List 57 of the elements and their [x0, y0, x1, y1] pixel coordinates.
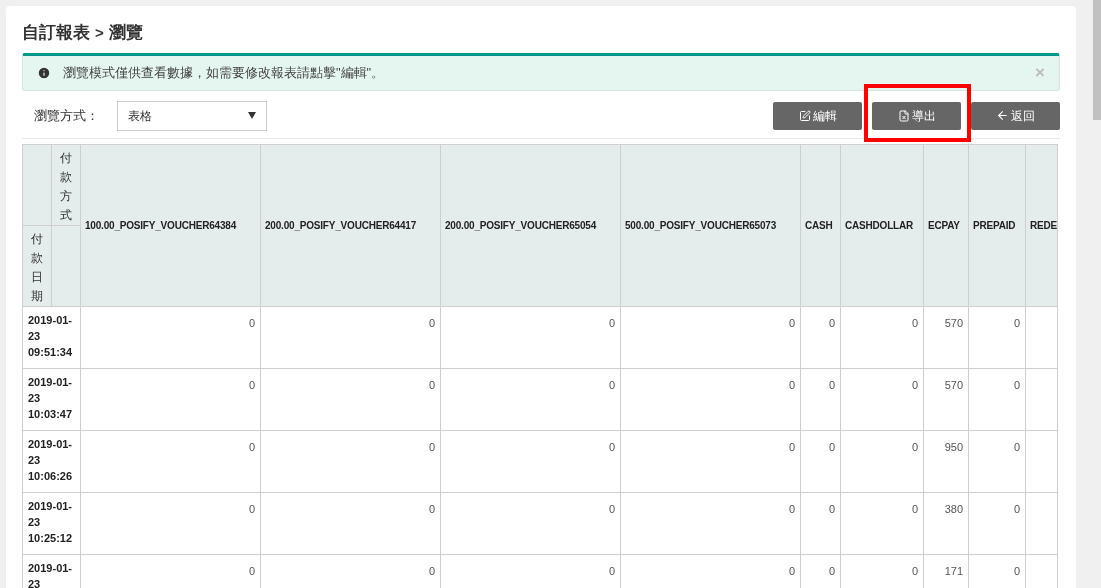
value-cell: 0 [968, 368, 1026, 431]
value-cell: 0 [440, 430, 621, 493]
alert-message: 瀏覽模式僅供查看數據，如需要修改報表請點擊"編輯"。 [63, 64, 386, 83]
corner-column-header: 付款方式 [51, 144, 81, 226]
page-title: 瀏覽 [108, 22, 143, 45]
value-cell: 0 [620, 368, 801, 431]
value-cell: 570 [923, 368, 969, 431]
column-header: 500.00_POSIFY_VOUCHER65073 [620, 144, 801, 307]
breadcrumb-separator: > [95, 22, 104, 43]
column-header: CASHDOLLAR [840, 144, 924, 307]
value-cell: 0 [840, 368, 924, 431]
value-cell: 0 [440, 306, 621, 369]
value-cell: 0 [260, 430, 441, 493]
value-cell: 0 [440, 368, 621, 431]
value-cell: 380 [923, 492, 969, 555]
value-cell: 0 [80, 430, 261, 493]
edit-button[interactable]: 編輯 [773, 101, 862, 130]
value-cell: 0 [840, 306, 924, 369]
view-mode-select[interactable]: 表格 [117, 100, 267, 131]
value-cell: 0 [260, 368, 441, 431]
value-cell: 0 [440, 492, 621, 555]
value-cell: 0 [840, 492, 924, 555]
value-cell: 0 [800, 306, 841, 369]
value-cell: 0 [620, 430, 801, 493]
value-cell: 570 [923, 306, 969, 369]
column-header: PREPAID [968, 144, 1026, 307]
column-header: 100.00_POSIFY_VOUCHER64384 [80, 144, 261, 307]
corner-row-header: 付款日期 [22, 225, 52, 307]
value-cell: 0 [800, 492, 841, 555]
value-cell: 0 [80, 368, 261, 431]
column-header: 200.00_POSIFY_VOUCHER65054 [440, 144, 621, 307]
column-header: CASH [800, 144, 841, 307]
date-cell: 2019-01-23 10:03:47 [22, 368, 81, 431]
column-header: 200.00_POSIFY_VOUCHER64417 [260, 144, 441, 307]
value-cell: 0 [80, 492, 261, 555]
value-cell: 0 [800, 368, 841, 431]
date-cell: 2019-01-23 09:51:34 [22, 306, 81, 369]
value-cell: 0 [968, 492, 1026, 555]
view-mode-label: 瀏覽方式： [34, 107, 100, 126]
value-cell: 0 [968, 430, 1026, 493]
back-button[interactable]: 返回 [971, 101, 1060, 130]
export-button[interactable]: 導出 [872, 101, 961, 130]
value-cell: 0 [80, 306, 261, 369]
value-cell: 0 [620, 306, 801, 369]
value-cell: 0 [260, 492, 441, 555]
value-cell: 0 [968, 306, 1026, 369]
column-header: REDE [1025, 144, 1058, 307]
value-cell: 950 [923, 430, 969, 493]
column-header: ECPAY [923, 144, 969, 307]
date-cell: 2019-01-23 [22, 554, 81, 588]
value-cell: 0 [620, 492, 801, 555]
breadcrumb-section[interactable]: 自訂報表 [22, 20, 90, 46]
value-cell: 0 [840, 430, 924, 493]
date-cell: 2019-01-23 10:25:12 [22, 492, 81, 555]
value-cell: 0 [260, 306, 441, 369]
date-cell: 2019-01-23 10:06:26 [22, 430, 81, 493]
value-cell: 0 [800, 430, 841, 493]
